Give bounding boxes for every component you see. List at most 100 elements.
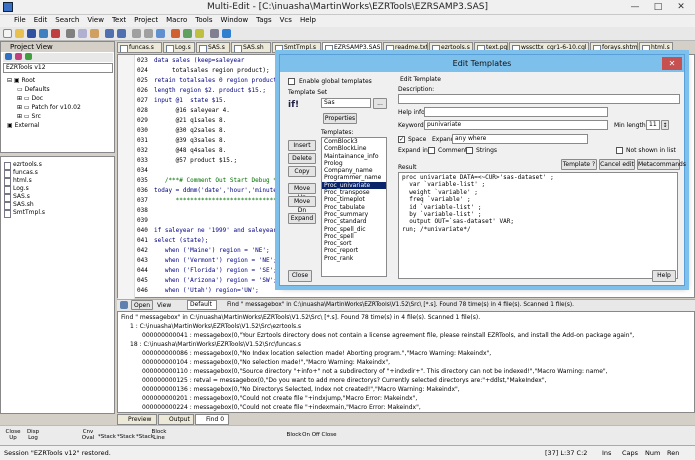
strings-checkbox[interactable]: [466, 147, 473, 154]
move-up-button[interactable]: Move Up: [288, 183, 316, 201]
menu-help[interactable]: Help: [296, 15, 320, 25]
cnv-oval-button[interactable]: Cnv Oval: [80, 429, 96, 441]
save-icon[interactable]: [27, 29, 36, 38]
copy-button[interactable]: Copy: [288, 166, 316, 177]
template-list-item[interactable]: Maintainance_info: [322, 153, 386, 160]
find-in-files-icon[interactable]: [156, 29, 165, 38]
tab-find[interactable]: Find 0: [195, 414, 229, 425]
project-refresh-icon[interactable]: [25, 53, 32, 60]
close-button[interactable]: Close: [288, 270, 312, 282]
tree-item-patch[interactable]: ⊞ ▭ Patch for v10.02: [17, 104, 81, 112]
menu-edit[interactable]: Edit: [30, 15, 52, 25]
tab-preview[interactable]: Preview: [117, 414, 157, 425]
output-row-file[interactable]: 18 : C:\inuasha\MartinWorks\EZRTools\V1.…: [130, 340, 301, 349]
replace-icon[interactable]: [144, 29, 153, 38]
browse-button[interactable]: ...: [373, 98, 387, 109]
tab-readme[interactable]: readme.txt: [383, 42, 428, 53]
file-item[interactable]: html.s: [1, 177, 114, 186]
expand-select[interactable]: any where: [452, 134, 588, 144]
tab-output[interactable]: Output: [158, 414, 194, 425]
file-item[interactable]: SAS.s: [1, 193, 114, 202]
run-macro-icon[interactable]: [195, 29, 204, 38]
tree-item-external[interactable]: ▣ External: [7, 122, 39, 130]
project-combo[interactable]: EZRTools v12: [3, 63, 113, 73]
templates-list[interactable]: ComBlock3 ComBlockLine Maintainance_info Pr…: [321, 137, 387, 277]
output-row[interactable]: 000000000224 : messagebox(0,"Could not c…: [142, 403, 421, 412]
tab-sas-s[interactable]: SAS.s: [196, 42, 230, 53]
menu-window[interactable]: Window: [217, 15, 253, 25]
template-set-select[interactable]: Sas: [321, 98, 371, 108]
menu-vcs[interactable]: Vcs: [276, 15, 296, 25]
not-shown-checkbox[interactable]: [616, 147, 623, 154]
tab-forays[interactable]: forays.shtml: [590, 42, 638, 53]
menu-search[interactable]: Search: [51, 15, 83, 25]
template-list-item[interactable]: ComBlock3: [322, 138, 386, 145]
template-list-item[interactable]: ComBlockLine: [322, 145, 386, 152]
output-row[interactable]: 000000000086 : messagebox(0,"No Index lo…: [142, 349, 491, 358]
undo-icon[interactable]: [105, 29, 114, 38]
description-field[interactable]: [398, 94, 680, 104]
project-open-icon[interactable]: [5, 53, 12, 60]
help-icon[interactable]: [222, 29, 231, 38]
settings-icon[interactable]: [210, 29, 219, 38]
comments-checkbox[interactable]: [428, 147, 435, 154]
tab-ezrsamp3[interactable]: EZRSAMP3.SAS: [322, 42, 382, 53]
cancel-edit-button[interactable]: Cancel edit: [599, 159, 635, 170]
delete-button[interactable]: Delete: [288, 153, 316, 164]
minimize-button[interactable]: —: [624, 1, 646, 13]
close-up-button[interactable]: Close Up: [4, 429, 22, 441]
output-row[interactable]: 000000000136 : messagebox(0,"No Director…: [142, 385, 460, 394]
move-down-button[interactable]: Move Dn: [288, 196, 316, 214]
template-list-item[interactable]: Proc_spell: [322, 233, 386, 240]
stack-button-1[interactable]: *Stack: [98, 434, 116, 440]
file-item[interactable]: ezrtools.s: [1, 161, 114, 170]
template-list-item[interactable]: Proc_standard: [322, 218, 386, 225]
paste-icon[interactable]: [90, 29, 99, 38]
tab-html[interactable]: html.s: [639, 42, 673, 53]
template-list-item[interactable]: Proc_transpose: [322, 189, 386, 196]
output-panel[interactable]: Find " messagebox" in C:\inuasha\MartinW…: [117, 311, 695, 413]
file-item[interactable]: Log.s: [1, 185, 114, 194]
redo-icon[interactable]: [117, 29, 126, 38]
maximize-button[interactable]: □: [647, 1, 669, 13]
block-line-button[interactable]: Block Line: [151, 429, 167, 441]
template-list-item[interactable]: Proc_spell_dic: [322, 226, 386, 233]
output-row-summary[interactable]: Find " messagebox" in C:\inuasha\MartinW…: [121, 313, 480, 322]
open-folder-icon[interactable]: [15, 29, 24, 38]
project-add-icon[interactable]: [15, 53, 22, 60]
output-row[interactable]: 000000000110 : messagebox(0,"Source dire…: [142, 367, 608, 376]
tree-item-defaults[interactable]: ▭ Defaults: [17, 86, 50, 94]
tree-root[interactable]: ⊟ ▣ Root: [7, 77, 35, 85]
bookmark-icon[interactable]: [171, 29, 180, 38]
template-list-item[interactable]: Company_name: [322, 167, 386, 174]
output-row-file[interactable]: 1 : C:\inuasha\MartinWorks\EZRTools\V1.5…: [130, 322, 301, 331]
help-info-field[interactable]: [424, 107, 608, 117]
on-off-button[interactable]: On Off: [302, 432, 320, 438]
menu-tags[interactable]: Tags: [252, 15, 276, 25]
template-help-button[interactable]: Template ?: [561, 159, 597, 170]
copy-icon[interactable]: [78, 29, 87, 38]
save-all-icon[interactable]: [39, 29, 48, 38]
min-length-spinner[interactable]: ↕: [661, 120, 669, 130]
tab-log[interactable]: Log.s: [163, 42, 195, 53]
close-window-button[interactable]: ✕: [670, 1, 692, 13]
menu-macro[interactable]: Macro: [162, 15, 191, 25]
menu-view[interactable]: View: [83, 15, 108, 25]
template-list-item[interactable]: Proc_sort: [322, 240, 386, 247]
new-file-icon[interactable]: [3, 29, 12, 38]
metacommands-button[interactable]: Metacommands: [637, 159, 686, 170]
tab-ezrtools[interactable]: ezrtools.s: [429, 42, 473, 53]
tab-wsscttx[interactable]: wsscttx_cgr1-6-10.cgl: [509, 42, 589, 53]
keyword-field[interactable]: punivariate: [424, 120, 608, 130]
template-list-item[interactable]: Proc_timeplot: [322, 196, 386, 203]
properties-button[interactable]: Properties: [323, 113, 357, 124]
view-mode-select[interactable]: Default: [187, 300, 217, 310]
template-list-item[interactable]: Programmer_name: [322, 174, 386, 181]
template-list-item[interactable]: Prolog: [322, 160, 386, 167]
tab-smttmpl[interactable]: SmtTmpl.s: [272, 42, 321, 53]
dialog-close-icon[interactable]: ✕: [662, 57, 682, 70]
space-checkbox[interactable]: ✓: [398, 136, 405, 143]
result-textarea[interactable]: proc univariate DATA=<~CUR>'sas-dataset'…: [398, 172, 678, 279]
menu-project[interactable]: Project: [130, 15, 162, 25]
template-list-item[interactable]: Proc_summary: [322, 211, 386, 218]
